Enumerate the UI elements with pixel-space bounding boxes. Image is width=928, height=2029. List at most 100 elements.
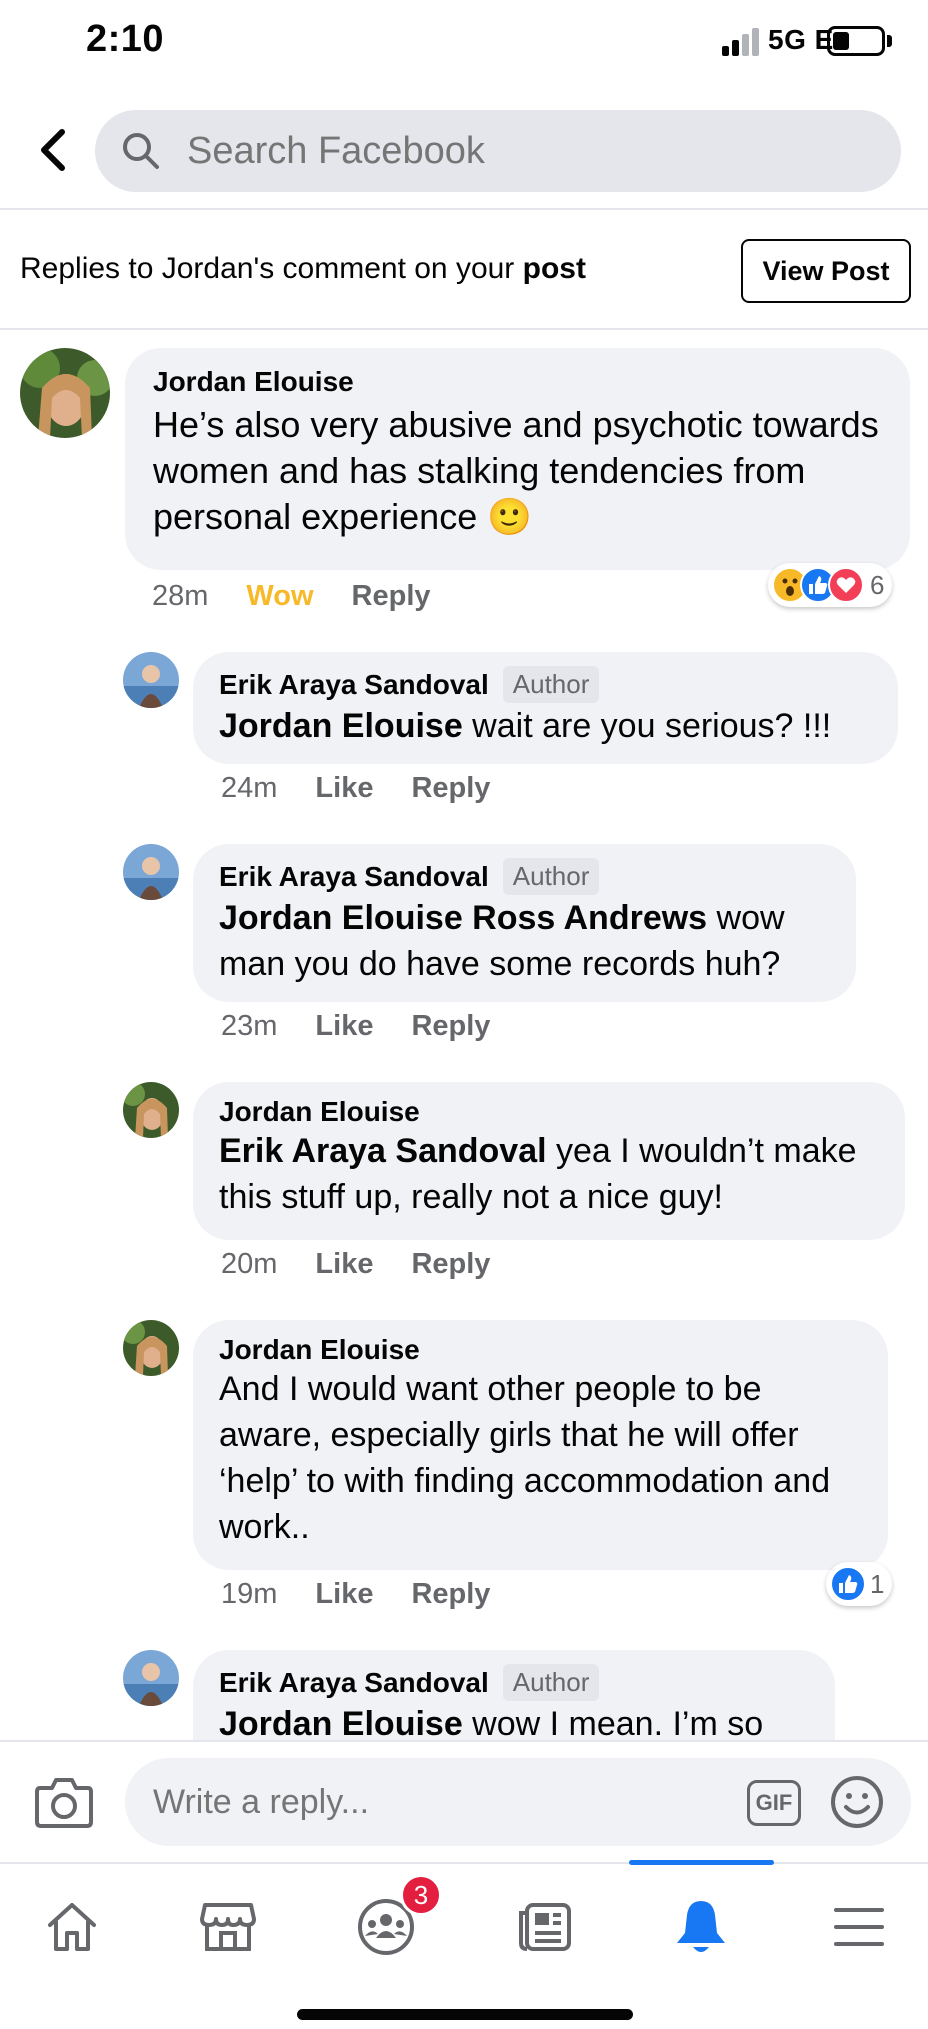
reply-actions: 20m Like Reply: [221, 1248, 490, 1281]
comment-text: He’s also very abusive and psychotic tow…: [153, 404, 879, 537]
wow-reaction-button[interactable]: Wow: [246, 580, 313, 613]
nav-marketplace[interactable]: [168, 1882, 288, 1972]
avatar[interactable]: [123, 1320, 179, 1376]
camera-icon: [35, 1778, 93, 1828]
menu-icon: [834, 1908, 884, 1946]
reply-button[interactable]: Reply: [411, 1578, 490, 1611]
reply-author-row: Erik Araya Sandoval Author: [219, 666, 872, 703]
avatar[interactable]: [123, 1082, 179, 1138]
love-icon: [828, 567, 864, 603]
nav-news[interactable]: [484, 1882, 604, 1972]
reply-time: 19m: [221, 1578, 278, 1610]
bottom-nav: 3: [0, 1860, 928, 2029]
comment-bubble: Jordan Elouise He’s also very abusive an…: [125, 348, 910, 570]
mention-link[interactable]: Jordan Elouise: [219, 1705, 463, 1740]
reply-actions: 23m Like Reply: [221, 1010, 490, 1043]
like-button[interactable]: Like: [315, 1578, 373, 1611]
groups-badge: 3: [400, 1874, 442, 1916]
news-icon: [519, 1903, 571, 1951]
nav-menu[interactable]: [799, 1882, 919, 1972]
battery-icon: [827, 26, 885, 56]
comment-time: 28m: [152, 580, 209, 612]
reply-time: 23m: [221, 1010, 278, 1042]
avatar[interactable]: [123, 1650, 179, 1706]
reply-button[interactable]: Reply: [352, 580, 431, 613]
mention-link[interactable]: Erik Araya Sandoval: [219, 1132, 547, 1170]
reply-author[interactable]: Erik Araya Sandoval: [219, 861, 489, 893]
active-tab-indicator: [629, 1860, 774, 1865]
mention-link[interactable]: Jordan Elouise Ross Andrews: [219, 899, 707, 937]
home-indicator[interactable]: [297, 2009, 633, 2020]
search-box[interactable]: [95, 110, 901, 192]
reply-bubble: Erik Araya Sandoval Author Jordan Elouis…: [193, 1650, 835, 1740]
chevron-left-icon: [41, 129, 65, 171]
search-header: [0, 100, 928, 210]
network-type: 5G E: [768, 24, 834, 55]
emoji-icon[interactable]: [829, 1774, 885, 1830]
reply-author[interactable]: Jordan Elouise: [219, 1334, 420, 1366]
home-icon: [48, 1903, 96, 1951]
context-bar: Replies to Jordan's comment on your post…: [0, 212, 928, 330]
view-post-button[interactable]: View Post: [741, 239, 911, 303]
avatar[interactable]: [20, 348, 110, 438]
reply-actions: 24m Like Reply: [221, 772, 490, 805]
nav-home[interactable]: [12, 1882, 132, 1972]
status-time: 2:10: [86, 18, 165, 60]
comment-actions: 28m Wow Reply: [152, 580, 431, 613]
reply-time: 20m: [221, 1248, 278, 1280]
comment-author[interactable]: Jordan Elouise: [153, 366, 354, 398]
notifications-icon: [677, 1901, 725, 1952]
author-badge: Author: [502, 858, 600, 895]
nav-notifications[interactable]: [641, 1882, 761, 1972]
reply-text: Jordan Elouise Ross Andrews wow man you …: [219, 895, 830, 987]
search-icon: [123, 133, 159, 169]
status-bar: 2:10 5G E: [0, 0, 928, 90]
avatar[interactable]: [123, 652, 179, 708]
reply-button[interactable]: Reply: [411, 1010, 490, 1043]
reply-author-row: Erik Araya Sandoval Author: [219, 1664, 809, 1701]
search-input[interactable]: [187, 110, 867, 192]
avatar[interactable]: [123, 844, 179, 900]
reply-author-row: Jordan Elouise: [219, 1096, 879, 1128]
reply-author-row: Erik Araya Sandoval Author: [219, 858, 830, 895]
mention-link[interactable]: Jordan Elouise: [219, 707, 463, 745]
reaction-count: 1: [870, 1568, 885, 1599]
reply-actions: 19m Like Reply: [221, 1578, 490, 1611]
reaction-count: 6: [870, 569, 885, 600]
back-button[interactable]: [22, 120, 82, 180]
battery-tip: [887, 35, 892, 47]
reply-bubble: Erik Araya Sandoval Author Jordan Elouis…: [193, 844, 856, 1002]
gif-button[interactable]: GIF: [747, 1780, 801, 1826]
reply-composer: GIF: [0, 1740, 928, 1860]
like-button[interactable]: Like: [315, 772, 373, 805]
context-text: Replies to Jordan's comment on your post: [20, 252, 586, 286]
reply-author-row: Jordan Elouise: [219, 1334, 862, 1366]
reply-input[interactable]: [153, 1758, 713, 1846]
reply-author[interactable]: Erik Araya Sandoval: [219, 1667, 489, 1699]
reply-text: And I would want other people to be awar…: [219, 1370, 831, 1546]
camera-button[interactable]: [34, 1774, 94, 1830]
reply-body: wow I mean. I’m so: [462, 1705, 764, 1740]
author-badge: Author: [502, 666, 600, 703]
reply-author[interactable]: Erik Araya Sandoval: [219, 669, 489, 701]
reply-box[interactable]: GIF: [125, 1758, 911, 1846]
reply-button[interactable]: Reply: [411, 1248, 490, 1281]
like-button[interactable]: Like: [315, 1248, 373, 1281]
reply-bubble: Jordan Elouise And I would want other pe…: [193, 1320, 888, 1570]
reply-body: wait are you serious? !!!: [462, 707, 832, 745]
marketplace-icon: [200, 1903, 256, 1951]
reaction-summary[interactable]: 6: [768, 563, 893, 607]
reply-text: Jordan Elouise wait are you serious? !!!: [219, 703, 872, 749]
reply-bubble: Jordan Elouise Erik Araya Sandoval yea I…: [193, 1082, 905, 1240]
like-button[interactable]: Like: [315, 1010, 373, 1043]
comment-author-row: Jordan Elouise: [153, 366, 882, 398]
like-icon: [830, 1566, 866, 1602]
reply-button[interactable]: Reply: [411, 772, 490, 805]
signal-icon: [722, 26, 764, 56]
context-prefix: Replies to Jordan's comment on your: [20, 252, 523, 285]
reaction-summary[interactable]: 1: [826, 1562, 893, 1606]
reply-author[interactable]: Jordan Elouise: [219, 1096, 420, 1128]
context-post-link[interactable]: post: [523, 252, 586, 285]
reply-time: 24m: [221, 772, 278, 804]
reply-text: Jordan Elouise wow I mean. I’m so: [219, 1701, 809, 1740]
